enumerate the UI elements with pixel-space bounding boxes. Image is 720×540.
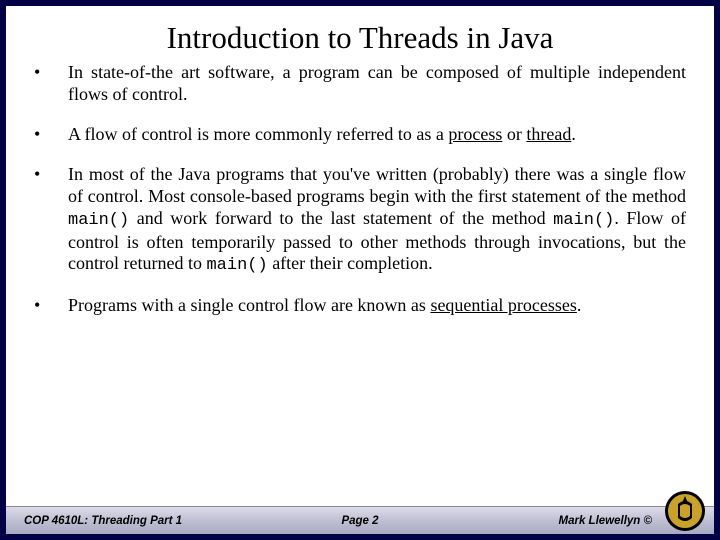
- slide-footer: COP 4610L: Threading Part 1 Page 2 Mark …: [6, 506, 714, 534]
- code-snippet: main(): [553, 211, 614, 230]
- bullet-text: Programs with a single control flow are …: [68, 295, 686, 317]
- ucf-logo-icon: [664, 490, 706, 532]
- bullet-item: • A flow of control is more commonly ref…: [34, 124, 686, 146]
- bullet-text: In state-of-the art software, a program …: [68, 62, 686, 106]
- bullet-item: • In most of the Java programs that you'…: [34, 164, 686, 277]
- bullet-text: In most of the Java programs that you've…: [68, 164, 686, 277]
- underlined-term: process: [448, 124, 502, 144]
- bullet-marker: •: [34, 124, 68, 146]
- code-snippet: main(): [68, 211, 129, 230]
- bullet-text: A flow of control is more commonly refer…: [68, 124, 686, 146]
- slide: Introduction to Threads in Java • In sta…: [6, 6, 714, 534]
- footer-author: Mark Llewellyn ©: [559, 515, 652, 527]
- bullet-marker: •: [34, 164, 68, 277]
- bullet-marker: •: [34, 295, 68, 317]
- underlined-term: thread: [526, 124, 571, 144]
- footer-course: COP 4610L: Threading Part 1: [24, 515, 182, 527]
- slide-title: Introduction to Threads in Java: [6, 6, 714, 62]
- underlined-term: sequential processes: [430, 295, 576, 315]
- bullet-item: • In state-of-the art software, a progra…: [34, 62, 686, 106]
- bullet-marker: •: [34, 62, 68, 106]
- code-snippet: main(): [206, 256, 267, 275]
- slide-content: • In state-of-the art software, a progra…: [6, 62, 714, 506]
- footer-page: Page 2: [341, 515, 378, 527]
- bullet-item: • Programs with a single control flow ar…: [34, 295, 686, 317]
